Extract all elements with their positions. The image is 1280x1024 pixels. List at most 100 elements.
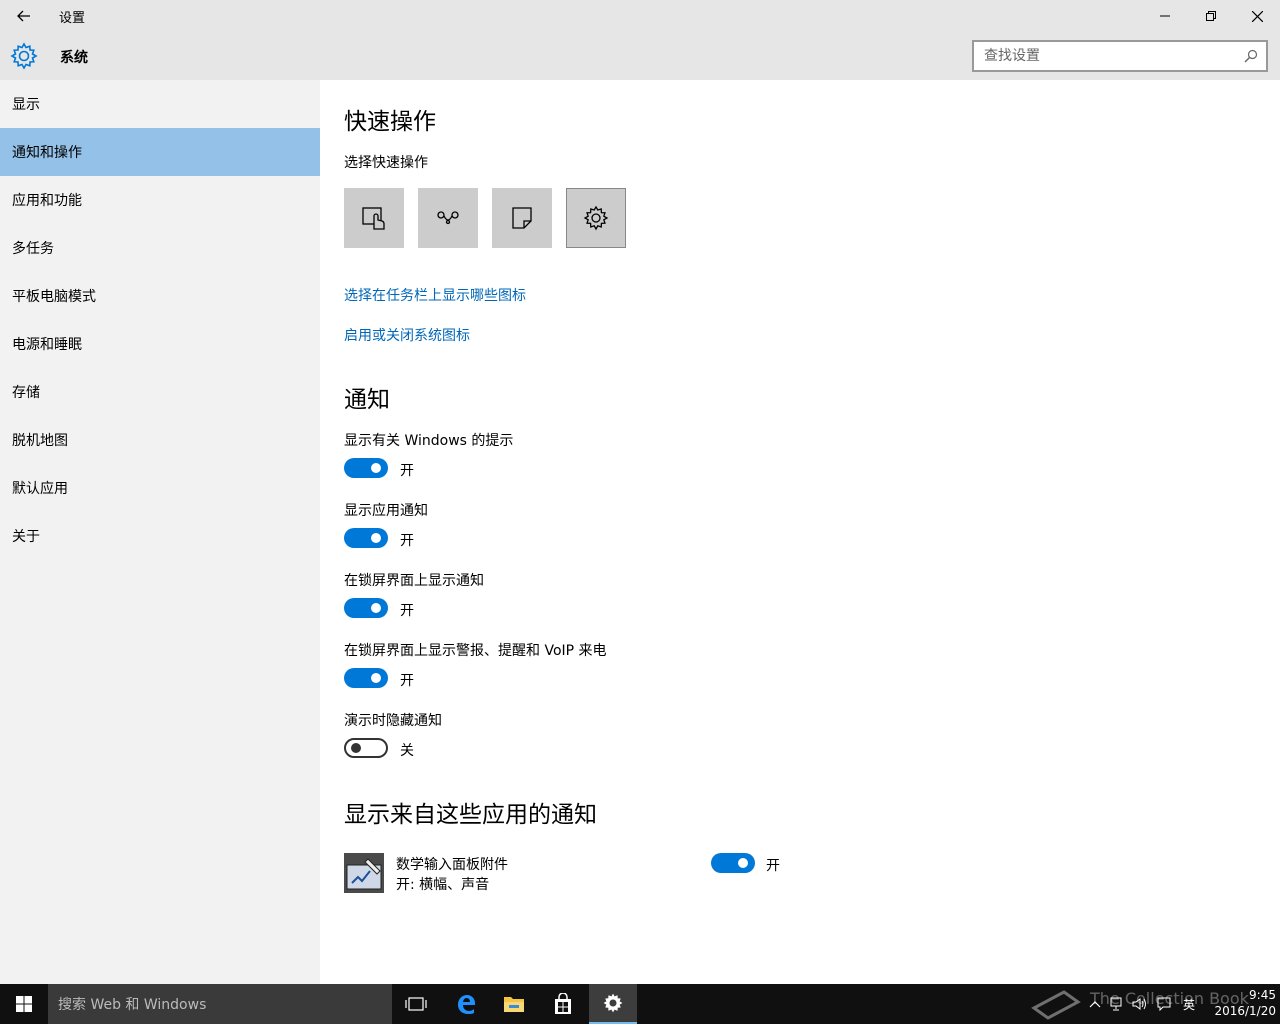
sidebar-item-default-apps[interactable]: 默认应用: [0, 464, 320, 512]
action-center-icon: [1157, 997, 1171, 1011]
toggle-windows-tips[interactable]: [344, 458, 388, 478]
sidebar-item-label: 脱机地图: [12, 433, 68, 449]
sidebar-item-label: 通知和操作: [12, 145, 82, 161]
sidebar-item-label: 关于: [12, 529, 40, 545]
toggle-knob: [351, 743, 361, 753]
toggle-state-text: 开: [400, 673, 414, 689]
taskbar-clock[interactable]: 9:45 2016/1/20: [1200, 987, 1276, 1019]
setting-label-lock-screen-alarms: 在锁屏界面上显示警报、提醒和 VoIP 来电: [344, 643, 607, 659]
input-language-label: 英: [1182, 997, 1195, 1012]
task-view-icon: [405, 997, 427, 1011]
back-button[interactable]: [0, 0, 48, 32]
edge-browser-icon: [458, 995, 475, 1014]
toggle-state-text: 关: [400, 743, 414, 759]
close-button[interactable]: [1234, 0, 1280, 32]
app-icon-graphic: [344, 853, 384, 893]
quick-action-tile-connect[interactable]: [418, 188, 478, 248]
quick-actions-subheading: 选择快速操作: [344, 155, 428, 171]
volume-icon: [1132, 998, 1146, 1010]
toggle-knob: [738, 858, 748, 868]
sidebar-item-label: 默认应用: [12, 481, 68, 497]
start-button[interactable]: [0, 984, 48, 1024]
restore-button[interactable]: [1188, 0, 1234, 32]
setting-label-lock-screen-notifications: 在锁屏界面上显示通知: [344, 573, 484, 589]
clock-date: 2016/1/20: [1214, 1004, 1276, 1018]
taskbar-settings-button[interactable]: [589, 984, 637, 1024]
taskbar-search-box[interactable]: 搜索 Web 和 Windows: [48, 984, 392, 1024]
sidebar-item-storage[interactable]: 存储: [0, 368, 320, 416]
chevron-up-icon: [1089, 1001, 1101, 1008]
notifications-heading: 通知: [344, 387, 390, 413]
setting-label-hide-when-presenting: 演示时隐藏通知: [344, 713, 442, 729]
action-center-button[interactable]: [1154, 984, 1174, 1024]
setting-label-app-notifications: 显示应用通知: [344, 503, 428, 519]
page-title: 系统: [60, 50, 88, 66]
link-taskbar-icons[interactable]: 选择在任务栏上显示哪些图标: [344, 285, 526, 305]
main-content: 快速操作 选择快速操作 选择在任务栏上显示哪些图标 启用或关闭系统图标 通知 显…: [320, 80, 1280, 984]
note-icon: [512, 207, 532, 229]
volume-tray-button[interactable]: [1130, 984, 1150, 1024]
taskbar-store-button[interactable]: [539, 984, 587, 1024]
settings-gear-icon: [583, 205, 609, 231]
settings-header: 系统: [0, 32, 1280, 80]
search-box[interactable]: [972, 40, 1268, 72]
task-view-button[interactable]: [392, 984, 440, 1024]
title-bar: 设置: [0, 0, 1280, 32]
file-explorer-icon: [504, 997, 524, 1012]
sidebar-item-label: 多任务: [12, 241, 54, 257]
gear-icon: [10, 42, 38, 70]
sidebar-item-about[interactable]: 关于: [0, 512, 320, 560]
toggle-hide-when-presenting[interactable]: [344, 738, 388, 758]
taskbar-edge-button[interactable]: [442, 984, 490, 1024]
quick-action-tile-tablet-mode[interactable]: [344, 188, 404, 248]
network-tray-button[interactable]: [1108, 984, 1128, 1024]
minimize-button[interactable]: [1142, 0, 1188, 32]
toggle-state-text: 开: [400, 463, 414, 479]
toggle-app-notifications[interactable]: [344, 528, 388, 548]
sidebar-item-apps-features[interactable]: 应用和功能: [0, 176, 320, 224]
app-notification-summary: 开: 横幅、声音: [396, 877, 490, 893]
search-icon[interactable]: [1244, 49, 1258, 63]
quick-actions-heading: 快速操作: [344, 109, 436, 135]
sidebar-item-notifications[interactable]: 通知和操作: [0, 128, 320, 176]
sidebar: 显示 通知和操作 应用和功能 多任务 平板电脑模式 电源和睡眠 存储 脱机地图 …: [0, 80, 320, 984]
sidebar-item-label: 存储: [12, 385, 40, 401]
toggle-state-text: 开: [766, 858, 780, 874]
settings-gear-icon: [603, 993, 623, 1013]
show-hidden-icons-button[interactable]: [1086, 984, 1104, 1024]
sidebar-item-display[interactable]: 显示: [0, 80, 320, 128]
quick-action-tile-note[interactable]: [492, 188, 552, 248]
close-icon: [1251, 10, 1263, 22]
clock-time: 9:45: [1249, 988, 1276, 1002]
toggle-knob: [371, 533, 381, 543]
connect-icon: [437, 211, 459, 225]
toggle-state-text: 开: [400, 603, 414, 619]
toggle-knob: [371, 673, 381, 683]
network-icon: [1110, 997, 1122, 1011]
taskbar: 搜索 Web 和 Windows The Collection Book 英 9…: [0, 984, 1280, 1024]
app-name: 数学输入面板附件: [396, 857, 508, 873]
minimize-icon: [1160, 15, 1170, 17]
quick-action-tile-settings[interactable]: [566, 188, 626, 248]
taskbar-file-explorer-button[interactable]: [490, 984, 538, 1024]
toggle-knob: [371, 463, 381, 473]
math-input-panel-icon: [344, 853, 384, 893]
toggle-lock-screen-notifications[interactable]: [344, 598, 388, 618]
app-notifications-heading: 显示来自这些应用的通知: [344, 802, 597, 828]
sidebar-item-label: 应用和功能: [12, 193, 82, 209]
sidebar-item-power-sleep[interactable]: 电源和睡眠: [0, 320, 320, 368]
tablet-mode-icon: [362, 207, 385, 230]
sidebar-item-label: 电源和睡眠: [12, 337, 82, 353]
toggle-app-math-input-panel[interactable]: [711, 853, 755, 873]
store-icon: [555, 993, 571, 1014]
sidebar-item-tablet-mode[interactable]: 平板电脑模式: [0, 272, 320, 320]
sidebar-item-label: 平板电脑模式: [12, 289, 96, 305]
toggle-lock-screen-alarms[interactable]: [344, 668, 388, 688]
sidebar-item-multitasking[interactable]: 多任务: [0, 224, 320, 272]
sidebar-item-label: 显示: [12, 97, 40, 113]
link-system-icons[interactable]: 启用或关闭系统图标: [344, 325, 470, 345]
input-language-button[interactable]: 英: [1178, 984, 1200, 1024]
back-arrow-icon: [17, 10, 30, 22]
sidebar-item-offline-maps[interactable]: 脱机地图: [0, 416, 320, 464]
search-input[interactable]: [984, 47, 1234, 65]
